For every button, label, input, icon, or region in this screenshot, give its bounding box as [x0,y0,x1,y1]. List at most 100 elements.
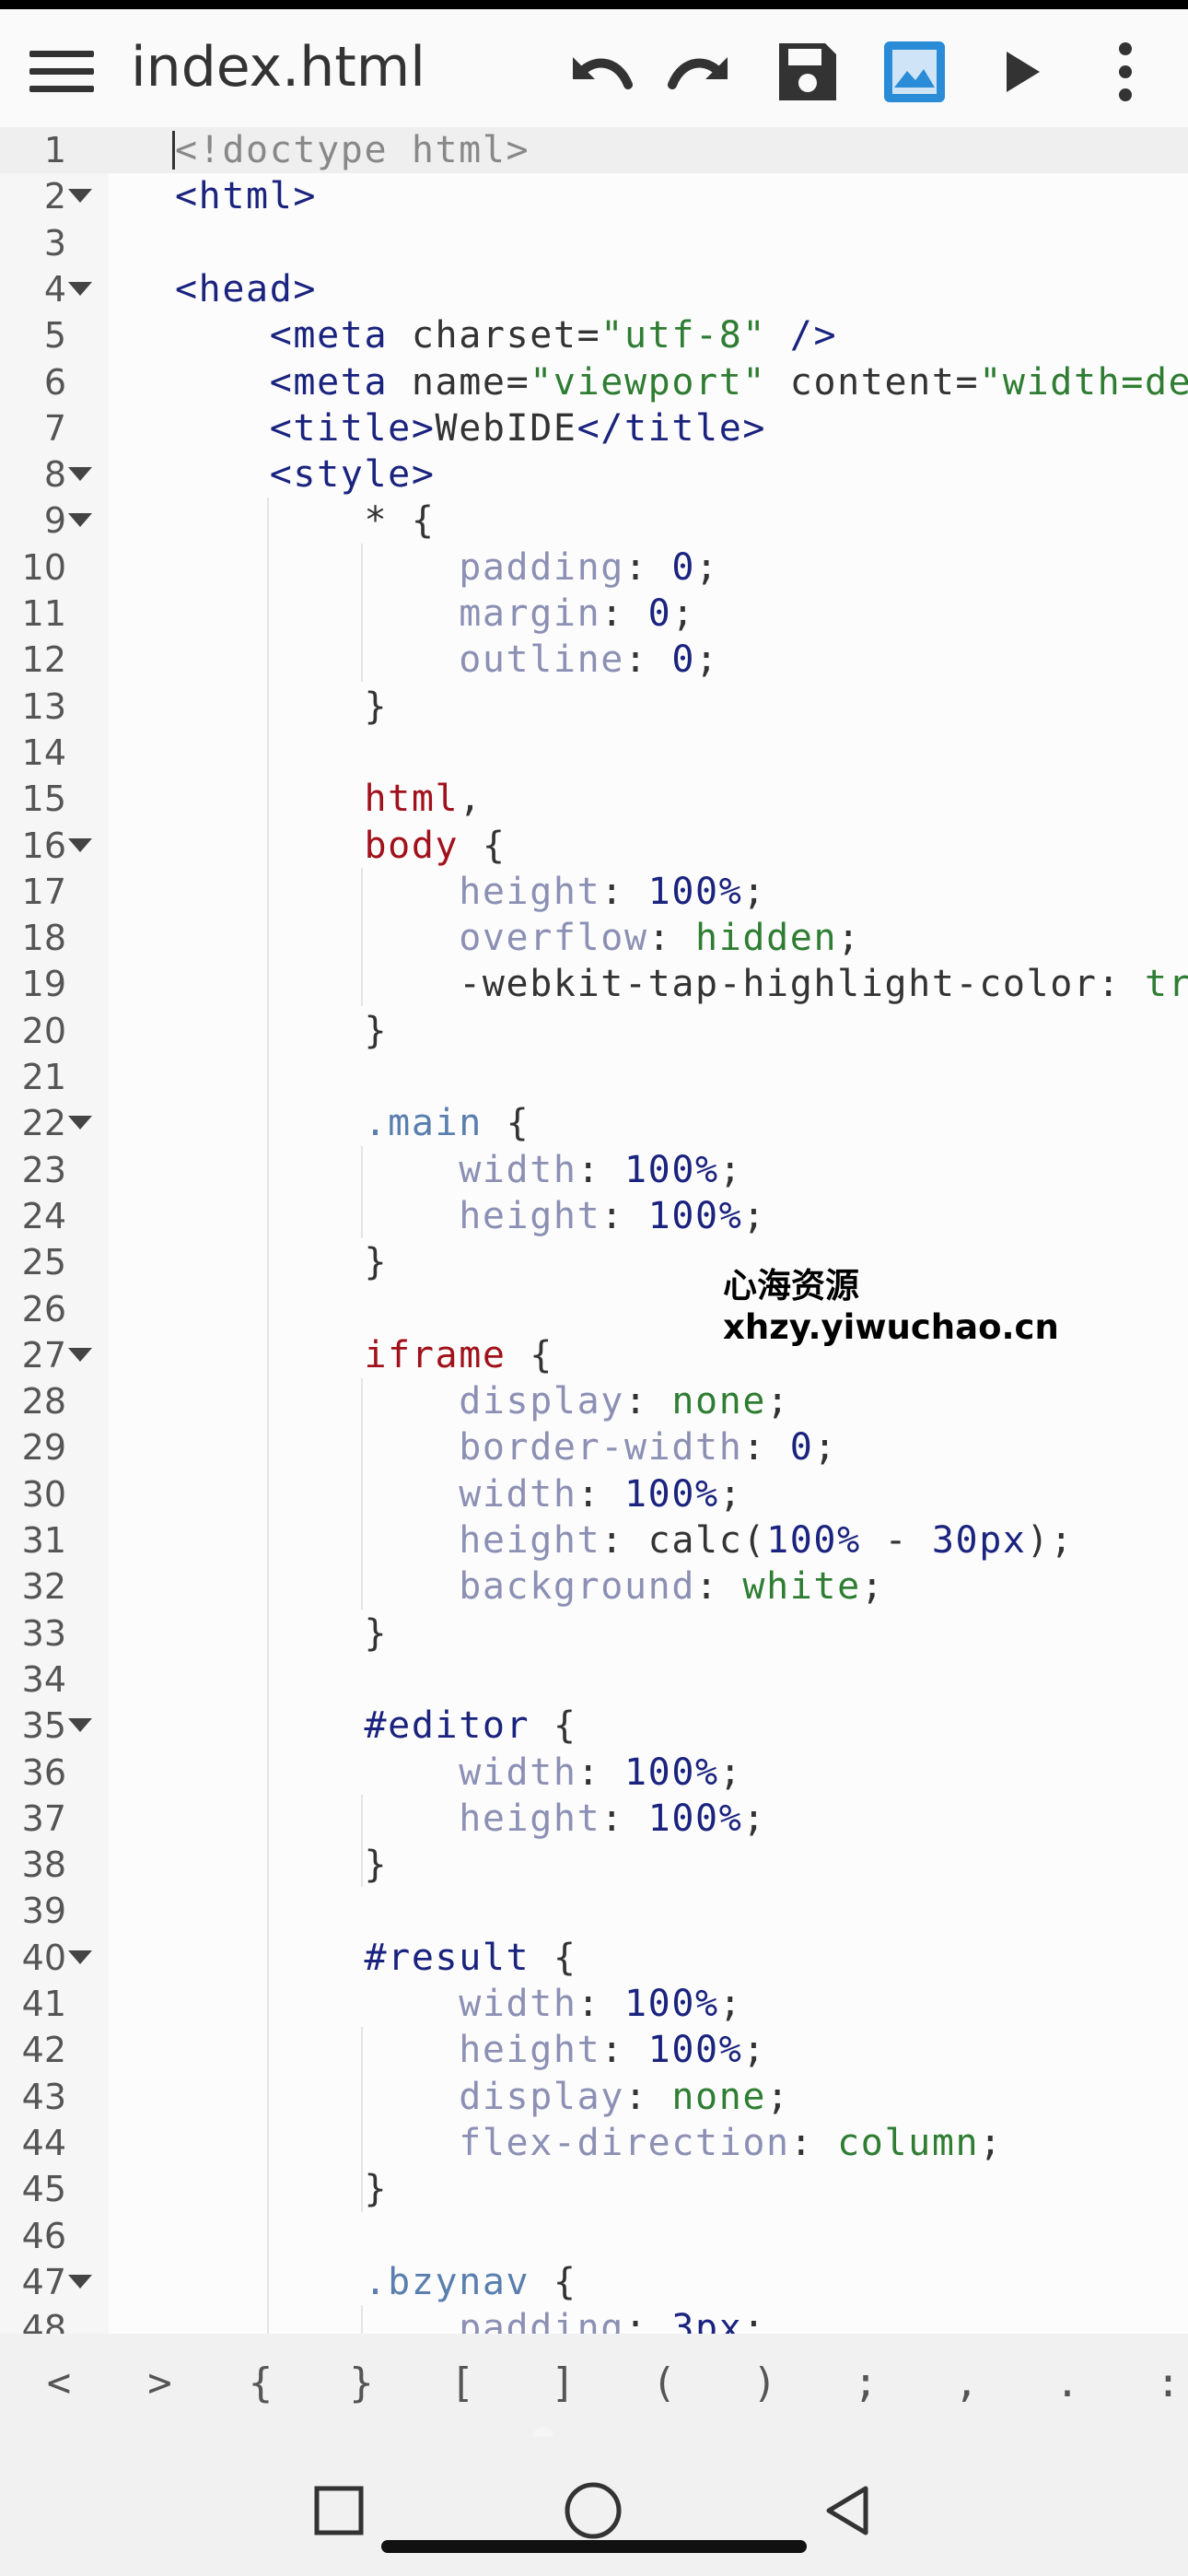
symbol-key[interactable]: . [1031,2359,1104,2406]
line-number: 7 [43,407,66,449]
symbol-key[interactable]: ; [829,2359,903,2406]
fold-arrow-icon[interactable] [68,1950,92,1964]
code-line[interactable]: 28 display: none; [0,1378,1188,1424]
fold-arrow-icon[interactable] [68,1347,92,1362]
code-line[interactable]: 13 } [0,684,1188,730]
code-text: } [175,1008,388,1054]
code-line[interactable]: 38 } [0,1842,1188,1888]
code-line[interactable]: 15 html, [0,776,1188,822]
code-line[interactable]: 45 } [0,2166,1188,2212]
redo-icon[interactable] [651,29,752,114]
code-line[interactable]: 34 [0,1657,1188,1703]
symbol-key[interactable]: ] [527,2359,600,2406]
code-token: ; [718,1472,743,1516]
code-token: #editor [364,1704,530,1748]
recents-square-icon[interactable] [302,2474,376,2547]
code-line[interactable]: 46 [0,2213,1188,2259]
code-line[interactable]: 20 } [0,1008,1188,1054]
symbol-key[interactable]: < [22,2359,96,2406]
code-line[interactable]: 30 width: 100%; [0,1471,1188,1517]
home-indicator-bar[interactable] [381,2540,807,2553]
code-line[interactable]: 41 width: 100%; [0,1981,1188,2027]
code-text: width: 100%; [175,1750,742,1796]
fold-arrow-icon[interactable] [68,189,92,204]
code-editor[interactable]: 1 <!doctype html> 2 <html> 3 4 <head> 5 <meta c… [0,127,1188,2334]
code-line[interactable]: 1 <!doctype html> [0,127,1188,174]
fold-arrow-icon[interactable] [68,1116,92,1130]
code-line[interactable]: 6 <meta name="viewport" content="width=d… [0,359,1188,405]
code-line[interactable]: 4 <head> [0,266,1188,312]
code-line[interactable]: 31 height: calc(100% - 30px); [0,1517,1188,1563]
code-token: flex-direction [459,2121,790,2164]
symbol-key[interactable]: { [224,2359,297,2406]
code-line[interactable]: 48 padding: 3px; [0,2305,1188,2334]
symbol-key[interactable]: ) [728,2359,802,2406]
code-line[interactable]: 35 #editor { [0,1703,1188,1749]
code-line[interactable]: 33 } [0,1610,1188,1657]
code-line[interactable]: 8 <style> [0,451,1188,498]
home-circle-icon[interactable] [556,2474,630,2547]
symbol-key[interactable]: ( [627,2359,701,2406]
code-line[interactable]: 40 #result { [0,1935,1188,1981]
code-line[interactable]: 12 outline: 0; [0,637,1188,683]
code-line[interactable]: 21 [0,1054,1188,1100]
fold-arrow-icon[interactable] [68,837,92,852]
code-text: outline: 0; [175,637,719,683]
code-line[interactable]: 2 <html> [0,173,1188,219]
line-number: 9 [43,500,66,542]
fold-arrow-icon[interactable] [68,2274,92,2289]
app-toolbar: index.html [0,9,1188,127]
back-triangle-icon[interactable] [810,2474,884,2547]
fold-arrow-icon[interactable] [68,1718,92,1733]
code-line[interactable]: 43 display: none; [0,2074,1188,2120]
code-line[interactable]: 7 <title>WebIDE</title> [0,405,1188,451]
code-line[interactable]: 39 [0,1888,1188,1934]
code-line[interactable]: 32 background: white; [0,1563,1188,1610]
code-line[interactable]: 36 width: 100%; [0,1750,1188,1796]
code-token: : calc( [600,1519,767,1562]
code-token: "width=de [979,360,1188,404]
symbol-key[interactable]: [ [425,2359,499,2406]
menu-icon[interactable] [29,51,94,93]
code-line[interactable]: 5 <meta charset="utf-8" /> [0,312,1188,358]
fold-arrow-icon[interactable] [68,513,92,528]
code-line[interactable]: 14 [0,730,1188,776]
code-token: ); [1026,1519,1074,1562]
code-line[interactable]: 18 overflow: hidden; [0,915,1188,961]
symbol-key[interactable]: } [325,2359,399,2406]
undo-icon[interactable] [548,29,649,114]
more-icon[interactable] [1075,29,1176,114]
code-token: column [837,2121,980,2164]
fold-arrow-icon[interactable] [68,281,92,296]
code-line[interactable]: 44 flex-direction: column; [0,2120,1188,2166]
code-line[interactable]: 9 * { [0,498,1188,544]
fold-arrow-icon[interactable] [68,467,92,482]
code-line[interactable]: 3 [0,220,1188,266]
code-token: ; [742,1797,767,1840]
code-token: tr [1144,963,1188,1006]
run-icon[interactable] [971,29,1072,114]
code-line[interactable]: 17 height: 100%; [0,869,1188,915]
code-line[interactable]: 16 body { [0,823,1188,869]
symbol-key[interactable]: > [123,2359,197,2406]
code-token: #result [364,1936,530,1979]
symbol-key[interactable]: : [1132,2359,1188,2406]
save-icon[interactable] [757,29,858,114]
code-line[interactable]: 22 .main { [0,1100,1188,1146]
code-line[interactable]: 29 border-width: 0; [0,1424,1188,1470]
code-token: } [175,1009,389,1052]
code-line[interactable]: 37 height: 100%; [0,1796,1188,1842]
code-line[interactable]: 23 width: 100%; [0,1147,1188,1193]
code-line[interactable]: 42 height: 100%; [0,2027,1188,2073]
code-line[interactable]: 24 height: 100%; [0,1193,1188,1239]
code-line[interactable]: 47 .bzynav { [0,2259,1188,2305]
code-line[interactable]: 19 -webkit-tap-highlight-color: tr [0,961,1188,1007]
code-token: : [695,1565,743,1609]
code-line[interactable]: 11 margin: 0; [0,591,1188,637]
symbol-key[interactable]: , [930,2359,1004,2406]
code-line[interactable]: 10 padding: 0; [0,544,1188,591]
code-text: .main { [175,1100,530,1146]
image-icon[interactable] [864,29,965,114]
